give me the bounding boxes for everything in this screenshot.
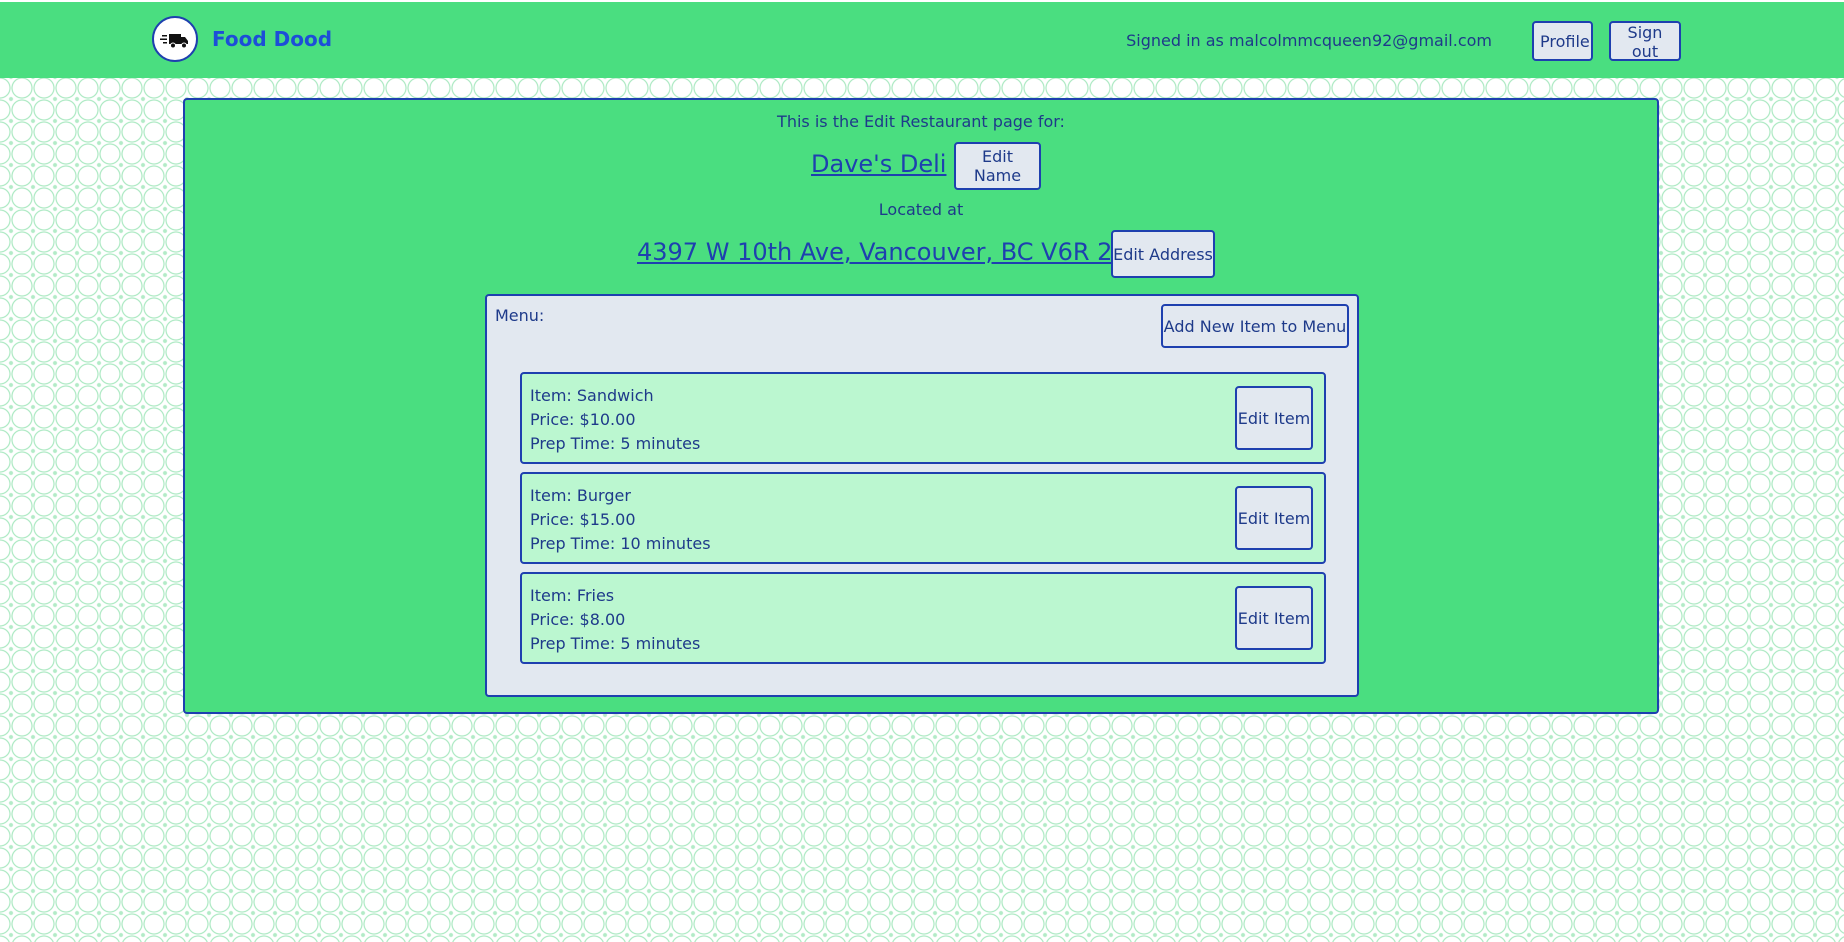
profile-button[interactable]: Profile <box>1532 21 1593 61</box>
item-price: Price: $10.00 <box>530 410 636 429</box>
item-prep-time: Prep Time: 5 minutes <box>530 434 701 453</box>
signed-in-text: Signed in as malcolmmcqueen92@gmail.com <box>1126 31 1492 50</box>
restaurant-address-row: 4397 W 10th Ave, Vancouver, BC V6R 2H6 E… <box>185 230 1657 278</box>
page-intro: This is the Edit Restaurant page for: <box>777 112 1065 131</box>
sign-out-button[interactable]: Sign out <box>1609 21 1681 61</box>
add-menu-item-button[interactable]: Add New Item to Menu <box>1161 304 1349 348</box>
edit-item-button[interactable]: Edit Item <box>1235 586 1313 650</box>
located-label: Located at <box>878 200 964 219</box>
brand[interactable]: Food Dood <box>152 16 332 62</box>
item-prep-time: Prep Time: 10 minutes <box>530 534 711 553</box>
edit-item-button[interactable]: Edit Item <box>1235 386 1313 450</box>
menu-item-card: Item: Sandwich Price: $10.00 Prep Time: … <box>520 372 1326 464</box>
delivery-truck-icon[interactable] <box>152 16 198 62</box>
brand-name[interactable]: Food Dood <box>212 27 332 51</box>
menu-item-card: Item: Burger Price: $15.00 Prep Time: 10… <box>520 472 1326 564</box>
edit-restaurant-card: This is the Edit Restaurant page for: Da… <box>183 98 1659 714</box>
menu-panel: Menu: Add New Item to Menu Item: Sandwic… <box>485 294 1359 697</box>
restaurant-name-row: Dave's Deli Edit Name <box>185 142 1657 190</box>
edit-item-button[interactable]: Edit Item <box>1235 486 1313 550</box>
restaurant-name-link[interactable]: Dave's Deli <box>811 150 946 178</box>
edit-address-button[interactable]: Edit Address <box>1111 230 1215 278</box>
edit-name-button[interactable]: Edit Name <box>954 142 1041 190</box>
top-navbar: Food Dood Signed in as malcolmmcqueen92@… <box>0 0 1844 78</box>
menu-label: Menu: <box>495 306 545 325</box>
item-prep-time: Prep Time: 5 minutes <box>530 634 701 653</box>
menu-item-card: Item: Fries Price: $8.00 Prep Time: 5 mi… <box>520 572 1326 664</box>
item-price: Price: $15.00 <box>530 510 636 529</box>
item-name: Item: Fries <box>530 586 615 605</box>
item-price: Price: $8.00 <box>530 610 626 629</box>
item-name: Item: Sandwich <box>530 386 654 405</box>
restaurant-address-link[interactable]: 4397 W 10th Ave, Vancouver, BC V6R 2H6 <box>637 238 1146 266</box>
item-name: Item: Burger <box>530 486 631 505</box>
